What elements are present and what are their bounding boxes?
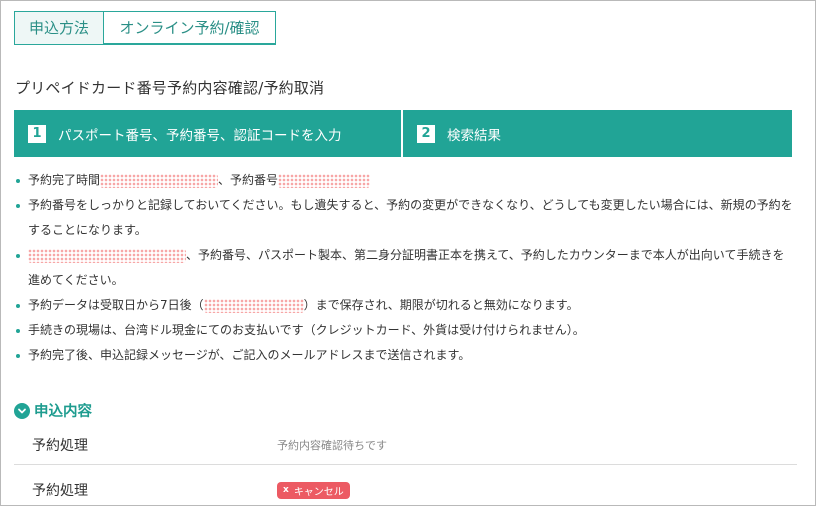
section-title: 申込内容 <box>34 404 92 420</box>
step-2-number: 2 <box>417 124 435 143</box>
reservation-number-label: 、予約番号 <box>218 173 279 187</box>
redacted-completion-time <box>100 173 219 188</box>
status-row: 予約処理 予約内容確認待ちです <box>14 425 797 465</box>
tab-online-reservation[interactable]: オンライン予約/確認 <box>104 11 276 45</box>
notice-text: 予約データは受取日から7日後（ <box>28 298 204 312</box>
list-item: 予約番号をしっかりと記録しておいてください。もし遺失すると、予約の変更ができなく… <box>14 193 794 243</box>
notice-text: ）まで保存され、期限が切れると無効になります。 <box>303 298 579 312</box>
list-item: 、予約番号、パスポート製本、第二身分証明書正本を携えて、予約したカウンターまで本… <box>14 243 794 293</box>
step-2: 2 検索結果 <box>403 110 792 157</box>
redacted-date <box>28 248 186 263</box>
cancel-row: 予約処理 x キャンセル <box>14 470 797 506</box>
row-label: 予約処理 <box>32 437 88 454</box>
redacted-reservation-number <box>278 173 371 188</box>
status-value: 予約内容確認待ちです <box>277 438 387 452</box>
cancel-label: キャンセル <box>293 486 344 498</box>
step-1: 1 パスポート番号、予約番号、認証コードを入力 <box>14 110 401 157</box>
list-item: 予約完了後、申込記録メッセージが、ご記入のメールアドレスまで送信されます。 <box>14 343 794 368</box>
step-1-label: パスポート番号、予約番号、認証コードを入力 <box>58 127 342 144</box>
tab-application-method[interactable]: 申込方法 <box>14 11 104 45</box>
page-title: プリペイドカード番号予約内容確認/予約取消 <box>15 79 325 97</box>
close-icon: x <box>283 485 289 495</box>
list-item: 予約完了時間 、予約番号 <box>14 168 794 193</box>
redacted-expiry-date <box>203 298 304 313</box>
list-item: 手続きの現場は、台湾ドル現金にてのお支払いです（クレジットカード、外貨は受け付け… <box>14 318 794 343</box>
list-item: 予約データは受取日から7日後（ ）まで保存され、期限が切れると無効になります。 <box>14 293 794 318</box>
application-details-toggle[interactable]: 申込内容 <box>14 400 92 421</box>
step-2-label: 検索結果 <box>447 127 501 144</box>
notice-text: 予約完了後、申込記録メッセージが、ご記入のメールアドレスまで送信されます。 <box>28 348 471 362</box>
completion-time-label: 予約完了時間 <box>28 173 101 187</box>
step-indicator: 1 パスポート番号、予約番号、認証コードを入力 2 検索結果 <box>14 110 792 157</box>
notice-text: 手続きの現場は、台湾ドル現金にてのお支払いです（クレジットカード、外貨は受け付け… <box>28 323 585 337</box>
cancel-button[interactable]: x キャンセル <box>277 481 350 499</box>
tab-bar: 申込方法 オンライン予約/確認 <box>14 11 276 45</box>
chevron-down-icon <box>14 402 30 419</box>
step-1-number: 1 <box>28 124 46 143</box>
notice-text: 予約番号をしっかりと記録しておいてください。もし遺失すると、予約の変更ができなく… <box>28 198 793 237</box>
notice-list: 予約完了時間 、予約番号 予約番号をしっかりと記録しておいてください。もし遺失する… <box>14 168 794 368</box>
row-label: 予約処理 <box>32 483 88 499</box>
